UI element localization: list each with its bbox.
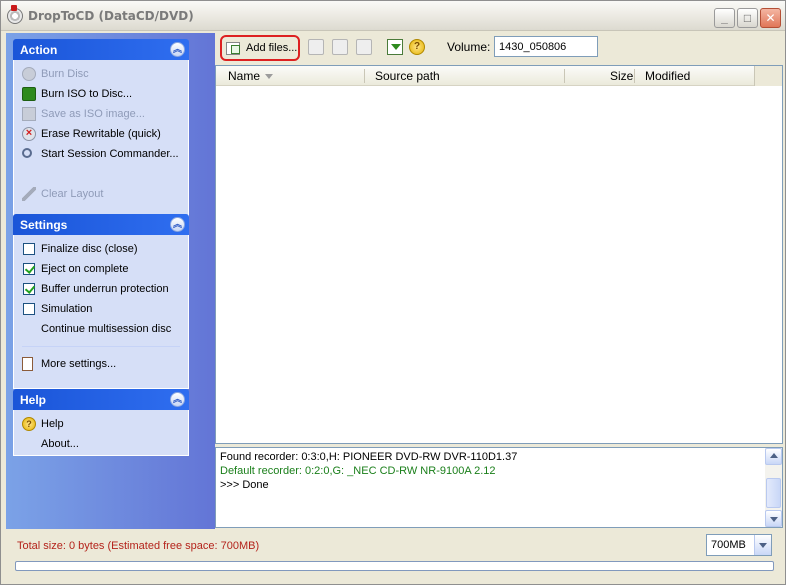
- collapse-chevron-icon[interactable]: ︽: [170, 217, 185, 232]
- log-output[interactable]: Found recorder: 0:3:0,H: PIONEER DVD-RW …: [215, 447, 783, 528]
- save-iso-icon: [22, 107, 36, 121]
- checkbox-box[interactable]: [23, 283, 35, 295]
- settings-panel-header[interactable]: Settings ︽: [13, 214, 189, 235]
- more-settings-item[interactable]: More settings...: [14, 354, 188, 374]
- action-panel-header[interactable]: Action ︽: [13, 39, 189, 60]
- scroll-down-icon[interactable]: [765, 510, 782, 527]
- column-name[interactable]: Name: [228, 66, 260, 86]
- finalize-disc-checkbox[interactable]: Finalize disc (close): [14, 239, 188, 259]
- erase-rewritable-item[interactable]: × Erase Rewritable (quick): [14, 124, 188, 144]
- about-item[interactable]: About...: [14, 434, 188, 454]
- scroll-thumb[interactable]: [766, 478, 781, 508]
- divider: [22, 346, 180, 347]
- disc-icon: [22, 67, 36, 81]
- settings-document-icon: [22, 357, 33, 371]
- action-panel-title: Action: [20, 43, 58, 57]
- sort-down-icon: [265, 74, 273, 83]
- clear-layout-item[interactable]: Clear Layout: [14, 184, 188, 204]
- log-line: Default recorder: 0:2:0,G: _NEC CD-RW NR…: [220, 465, 496, 477]
- capacity-select[interactable]: 700MB: [706, 534, 772, 556]
- window-title: DropToCD (DataCD/DVD): [28, 9, 194, 23]
- collapse-chevron-icon[interactable]: ︽: [170, 392, 185, 407]
- help-icon[interactable]: ?: [409, 39, 425, 55]
- settings-panel: Settings ︽ Finalize disc (close) Eject o…: [13, 214, 189, 389]
- add-files-button[interactable]: Add files...: [220, 35, 300, 61]
- volume-label: Volume:: [447, 40, 491, 54]
- simulation-checkbox[interactable]: Simulation: [14, 299, 188, 319]
- column-size[interactable]: Size: [610, 66, 633, 86]
- title-bar[interactable]: DropToCD (DataCD/DVD) _ □ ✕: [1, 1, 785, 31]
- erase-disc-icon: ×: [22, 127, 36, 141]
- total-size-text: Total size: 0 bytes (Estimated free spac…: [17, 540, 260, 552]
- progress-bar: [15, 561, 774, 571]
- help-question-icon: ?: [22, 417, 36, 431]
- column-modified[interactable]: Modified: [645, 66, 690, 86]
- check-file-icon[interactable]: [356, 39, 372, 55]
- collapse-chevron-icon[interactable]: ︽: [170, 42, 185, 57]
- log-line: >>> Done: [220, 479, 269, 491]
- help-panel-title: Help: [20, 393, 47, 407]
- burn-icon[interactable]: [387, 39, 403, 55]
- log-line: Found recorder: 0:3:0,H: PIONEER DVD-RW …: [220, 451, 518, 463]
- buffer-underrun-checkbox[interactable]: Buffer underrun protection: [14, 279, 188, 299]
- checkbox-box[interactable]: [23, 303, 35, 315]
- checkbox-box[interactable]: [23, 263, 35, 275]
- header-filler: [754, 66, 782, 86]
- maximize-button[interactable]: □: [737, 8, 758, 28]
- remove-file-icon[interactable]: [308, 39, 324, 55]
- close-button[interactable]: ✕: [760, 8, 781, 28]
- app-disc-icon: [7, 5, 23, 24]
- column-source-path[interactable]: Source path: [375, 66, 440, 86]
- file-list-header: Name Source path Size Modified: [216, 66, 782, 86]
- multisession-option[interactable]: Continue multisession disc: [14, 319, 188, 339]
- burn-iso-item[interactable]: Burn ISO to Disc...: [14, 84, 188, 104]
- session-commander-item[interactable]: Start Session Commander...: [14, 144, 188, 164]
- help-panel: Help ︽ ? Help About...: [13, 389, 189, 456]
- volume-input[interactable]: [494, 36, 598, 57]
- eject-on-complete-checkbox[interactable]: Eject on complete: [14, 259, 188, 279]
- settings-panel-title: Settings: [20, 218, 68, 232]
- move-file-icon[interactable]: [332, 39, 348, 55]
- save-iso-item[interactable]: Save as ISO image...: [14, 104, 188, 124]
- burn-disc-item[interactable]: Burn Disc: [14, 64, 188, 84]
- scroll-up-icon[interactable]: [765, 448, 782, 465]
- help-panel-header[interactable]: Help ︽: [13, 389, 189, 410]
- add-file-icon: [226, 42, 240, 55]
- minimize-button[interactable]: _: [714, 8, 735, 28]
- checkbox-box[interactable]: [23, 243, 35, 255]
- task-pane: Action ︽ Burn Disc Burn ISO to Disc... S…: [6, 33, 215, 529]
- log-scrollbar[interactable]: [765, 448, 782, 527]
- chevron-down-icon[interactable]: [754, 535, 771, 555]
- status-area: Total size: 0 bytes (Estimated free spac…: [6, 531, 783, 583]
- file-list[interactable]: Name Source path Size Modified: [215, 65, 783, 444]
- help-item[interactable]: ? Help: [14, 414, 188, 434]
- app-window: DropToCD (DataCD/DVD) _ □ ✕ Action ︽ Bur…: [0, 0, 786, 585]
- magnifier-icon: [22, 148, 32, 158]
- broom-icon: [22, 187, 36, 201]
- burn-iso-icon: [22, 87, 36, 101]
- toolbar: Add files... ? Volume:: [217, 33, 783, 63]
- action-panel: Action ︽ Burn Disc Burn ISO to Disc... S…: [13, 39, 189, 231]
